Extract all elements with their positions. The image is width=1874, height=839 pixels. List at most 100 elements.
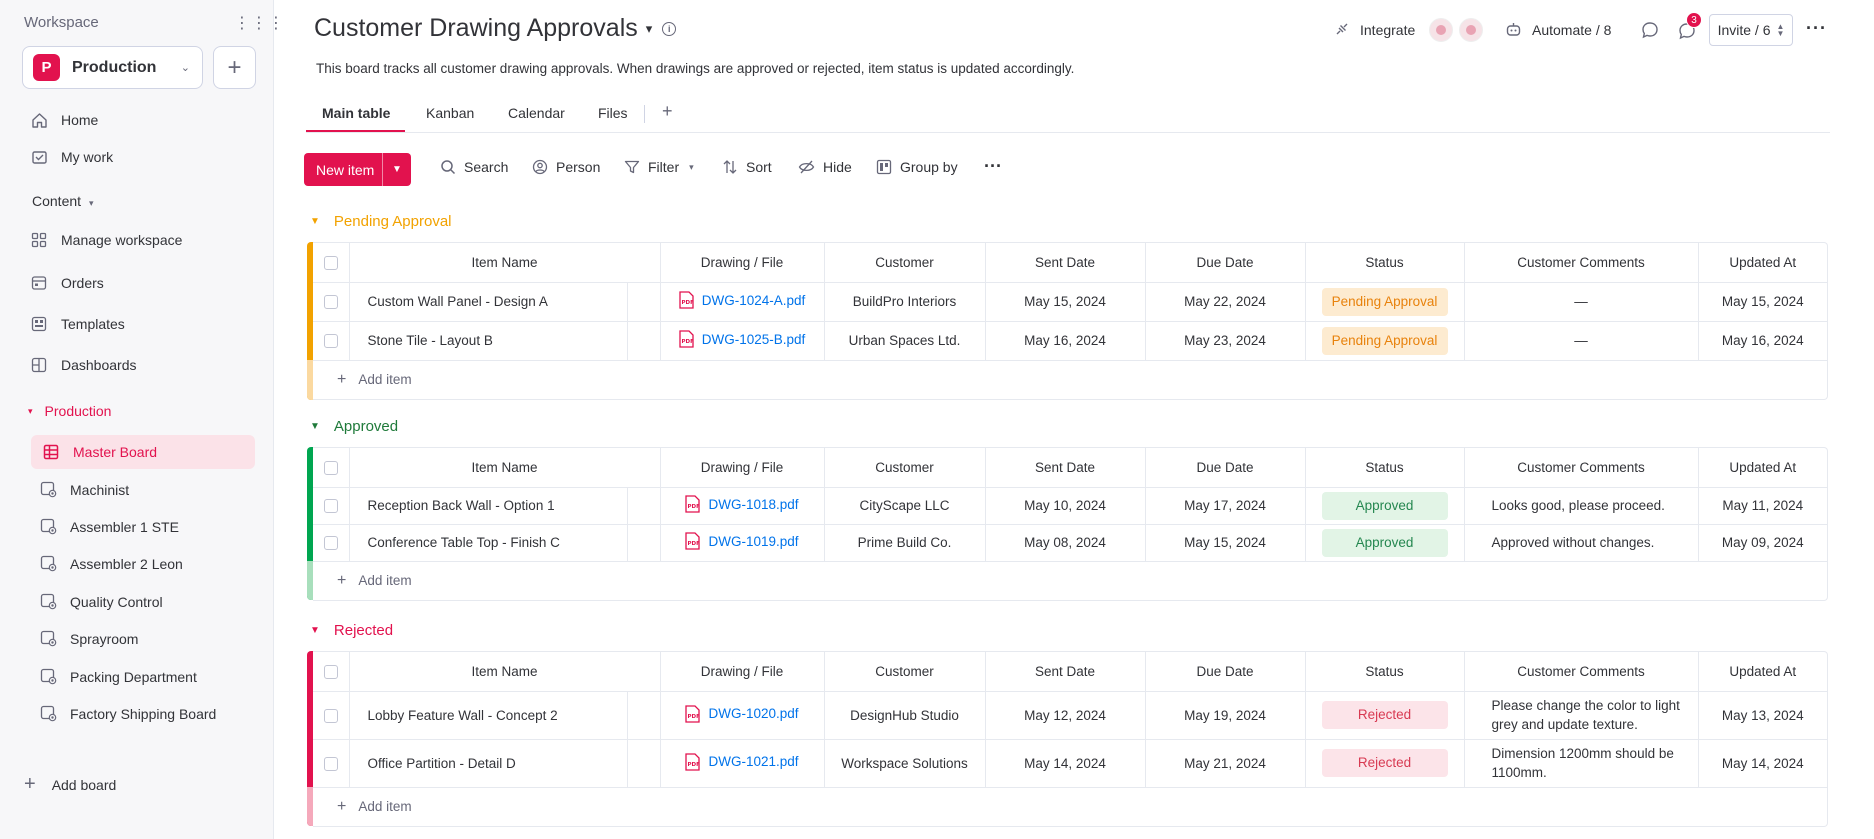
board-item[interactable]: Sprayroom — [40, 630, 138, 648]
table-row[interactable]: Lobby Feature Wall - Concept 2 PDF DWG-10… — [313, 691, 1827, 740]
automate-button[interactable]: Automate / 8 — [1505, 14, 1611, 46]
customer-cell[interactable]: Prime Build Co. — [824, 524, 986, 562]
status-badge[interactable]: Approved — [1321, 491, 1448, 520]
invite-button[interactable]: Invite / 6 ▲ ▼ — [1709, 14, 1793, 46]
group-rejected-title[interactable]: ▼ Rejected — [310, 622, 393, 639]
column-header[interactable]: Customer Comments — [1464, 652, 1699, 692]
file-link[interactable]: DWG-1019.pdf — [708, 534, 798, 549]
board-item[interactable]: Quality Control — [40, 593, 163, 611]
column-header[interactable]: Status — [1305, 243, 1465, 283]
comment-cell[interactable]: — — [1464, 321, 1699, 361]
comment-cell[interactable]: Please change the color to light grey an… — [1464, 691, 1699, 740]
apps-grid-icon[interactable]: ⋮⋮⋮ — [234, 13, 285, 33]
more-actions-icon[interactable]: ··· — [984, 156, 1002, 177]
column-header[interactable]: Customer — [824, 652, 986, 692]
nav-home[interactable]: Home — [30, 109, 98, 131]
add-item-button[interactable]: + Add item — [313, 787, 1827, 826]
status-cell[interactable]: Pending Approval — [1305, 282, 1465, 322]
column-header[interactable]: Due Date — [1145, 652, 1306, 692]
item-name[interactable]: Reception Back Wall - Option 1 — [349, 487, 628, 525]
file-cell[interactable]: PDF DWG-1019.pdf — [660, 524, 825, 562]
column-header[interactable]: Due Date — [1145, 243, 1306, 283]
file-link[interactable]: DWG-1025-B.pdf — [702, 332, 806, 347]
sent-date-cell[interactable]: May 12, 2024 — [985, 691, 1146, 740]
column-header[interactable]: Drawing / File — [660, 448, 825, 488]
file-link[interactable]: DWG-1018.pdf — [708, 497, 798, 512]
row-checkbox[interactable] — [323, 499, 338, 514]
customer-cell[interactable]: BuildPro Interiors — [824, 282, 986, 322]
chevron-down-icon[interactable]: ▼ — [310, 421, 320, 432]
status-badge[interactable]: Approved — [1321, 528, 1448, 557]
nav-my-work[interactable]: My work — [30, 146, 113, 168]
column-header[interactable]: Status — [1305, 448, 1465, 488]
file-cell[interactable]: PDF DWG-1021.pdf — [660, 739, 825, 788]
file-link[interactable]: DWG-1024-A.pdf — [702, 293, 806, 308]
group-pending-title[interactable]: ▼ Pending Approval — [310, 213, 452, 230]
chevron-down-icon[interactable]: ▾ — [689, 162, 694, 173]
column-header[interactable]: Due Date — [1145, 448, 1306, 488]
conversation-cell[interactable] — [627, 524, 661, 562]
select-all-cell[interactable] — [313, 652, 350, 692]
row-checkbox[interactable] — [323, 756, 338, 771]
board-master-board[interactable]: Master Board — [31, 435, 255, 469]
conversation-cell[interactable] — [627, 739, 661, 788]
add-item-row[interactable]: + Add item — [313, 787, 1827, 826]
board-item[interactable]: Machinist — [40, 481, 129, 499]
row-select-cell[interactable] — [313, 691, 350, 740]
add-board-button[interactable]: + Add board — [24, 773, 116, 796]
file-cell[interactable]: PDF DWG-1025-B.pdf — [660, 321, 825, 361]
nav-templates[interactable]: Templates — [30, 313, 125, 335]
chevron-down-icon[interactable]: ▼ — [383, 164, 411, 175]
info-icon[interactable]: i — [662, 21, 677, 36]
row-select-cell[interactable] — [313, 321, 350, 361]
table-row[interactable]: Office Partition - Detail D PDF DWG-1021.… — [313, 739, 1827, 788]
sent-date-cell[interactable]: May 16, 2024 — [985, 321, 1146, 361]
sent-date-cell[interactable]: May 10, 2024 — [985, 487, 1146, 525]
customer-cell[interactable]: Workspace Solutions — [824, 739, 986, 788]
new-item-button[interactable]: New item ▼ — [304, 153, 411, 186]
conversation-cell[interactable] — [627, 321, 661, 361]
add-item-row[interactable]: + Add item — [313, 360, 1827, 399]
column-header[interactable]: Sent Date — [985, 243, 1146, 283]
due-date-cell[interactable]: May 17, 2024 — [1145, 487, 1306, 525]
customer-cell[interactable]: DesignHub Studio — [824, 691, 986, 740]
column-header[interactable]: Updated At — [1698, 448, 1827, 488]
select-all-cell[interactable] — [313, 243, 350, 283]
search-button[interactable]: Search — [440, 159, 508, 175]
add-item-button[interactable]: + Add item — [313, 360, 1827, 399]
row-checkbox[interactable] — [323, 536, 338, 551]
due-date-cell[interactable]: May 21, 2024 — [1145, 739, 1306, 788]
column-header[interactable]: Updated At — [1698, 243, 1827, 283]
chevron-down-icon[interactable]: ▾ — [646, 21, 653, 37]
column-header[interactable]: Item Name — [349, 448, 661, 488]
item-name[interactable]: Custom Wall Panel - Design A — [349, 282, 628, 322]
table-row[interactable]: Reception Back Wall - Option 1 PDF DWG-10… — [313, 487, 1827, 525]
tab-main-table[interactable]: Main table — [322, 105, 390, 121]
conversation-cell[interactable] — [627, 282, 661, 322]
nav-dashboards[interactable]: Dashboards — [30, 354, 137, 376]
due-date-cell[interactable]: May 19, 2024 — [1145, 691, 1306, 740]
chevron-down-icon[interactable]: ▼ — [310, 625, 320, 636]
column-header[interactable]: Sent Date — [985, 448, 1146, 488]
select-all-checkbox[interactable] — [323, 664, 338, 679]
folder-production[interactable]: ▾ Production — [28, 403, 111, 419]
board-item[interactable]: Assembler 1 STE — [40, 518, 179, 536]
column-header[interactable]: Drawing / File — [660, 243, 825, 283]
add-view-icon[interactable]: + — [662, 101, 673, 122]
status-cell[interactable]: Pending Approval — [1305, 321, 1465, 361]
due-date-cell[interactable]: May 23, 2024 — [1145, 321, 1306, 361]
table-row[interactable]: Stone Tile - Layout B PDF DWG-1025-B.pdf … — [313, 321, 1827, 361]
column-header[interactable]: Status — [1305, 652, 1465, 692]
column-header[interactable]: Item Name — [349, 652, 661, 692]
item-name[interactable]: Conference Table Top - Finish C — [349, 524, 628, 562]
column-header[interactable]: Customer — [824, 448, 986, 488]
row-checkbox[interactable] — [323, 295, 338, 310]
item-name[interactable]: Office Partition - Detail D — [349, 739, 628, 788]
item-name[interactable]: Stone Tile - Layout B — [349, 321, 628, 361]
row-select-cell[interactable] — [313, 524, 350, 562]
row-select-cell[interactable] — [313, 739, 350, 788]
conversation-cell[interactable] — [627, 691, 661, 740]
add-workspace-button[interactable]: + — [213, 46, 256, 89]
status-cell[interactable]: Approved — [1305, 524, 1465, 562]
tab-kanban[interactable]: Kanban — [426, 105, 474, 121]
